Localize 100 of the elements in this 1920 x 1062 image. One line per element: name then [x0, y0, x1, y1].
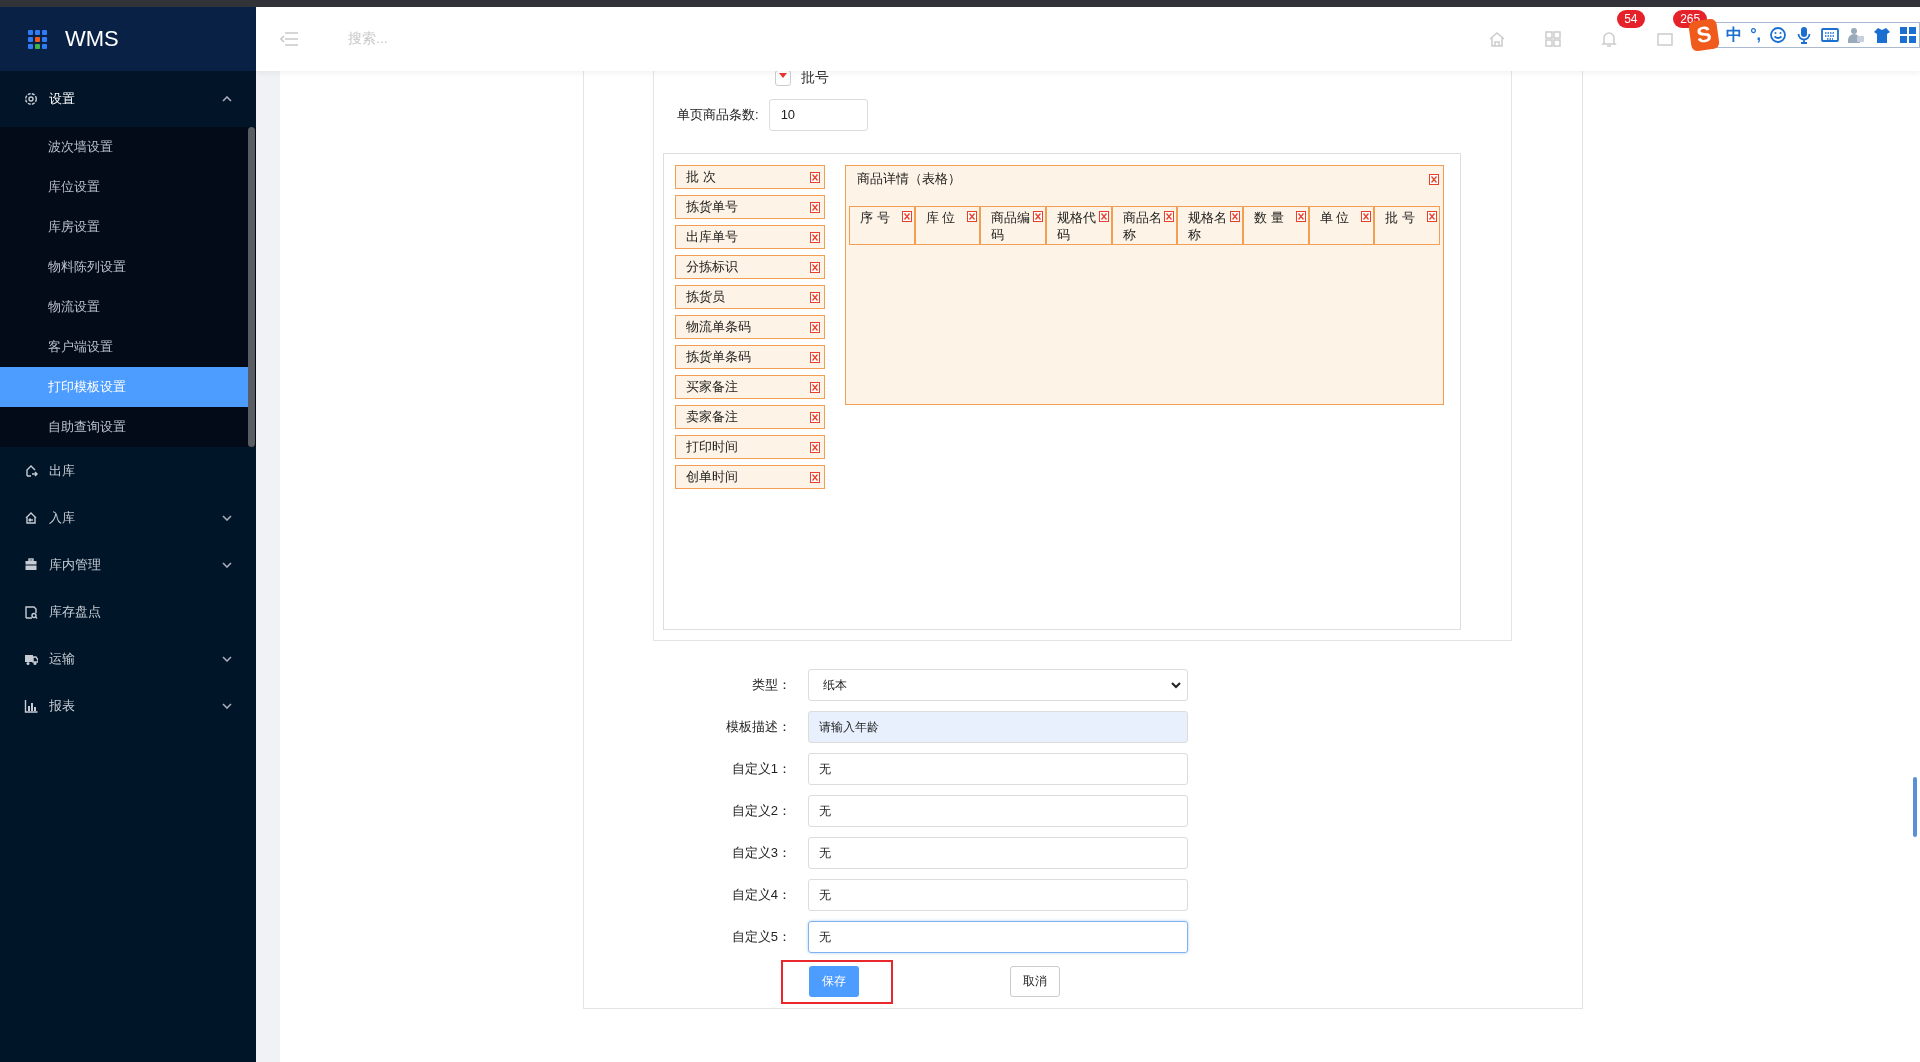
- column-header[interactable]: 序 号: [849, 206, 915, 245]
- column-header[interactable]: 规格代码: [1046, 206, 1112, 245]
- submenu-item[interactable]: 波次墙设置: [0, 127, 248, 167]
- collapse-menu-icon: [280, 32, 298, 46]
- bar-chart-icon: [24, 698, 38, 713]
- menu-item[interactable]: 出库: [0, 447, 256, 494]
- dropdown[interactable]: 纸本: [808, 669, 1188, 701]
- remove-icon: [810, 261, 820, 273]
- column-name: 商品编码: [991, 209, 1031, 243]
- remove-icon: [967, 211, 978, 222]
- submenu-item[interactable]: 自助查询设置: [0, 407, 248, 447]
- print-field[interactable]: 拣货单号: [675, 195, 825, 219]
- brand-name: WMS: [65, 26, 119, 52]
- column-name: 商品名称: [1122, 209, 1163, 243]
- print-field[interactable]: 买家备注: [675, 375, 825, 399]
- column-name: 批 号: [1385, 209, 1416, 226]
- remove-icon: [810, 351, 820, 363]
- remove-icon: [810, 201, 820, 213]
- print-field[interactable]: 分拣标识: [675, 255, 825, 279]
- menu-item[interactable]: 报表: [0, 682, 256, 729]
- input-field[interactable]: 10: [768, 99, 868, 131]
- input-field[interactable]: 无: [808, 921, 1188, 953]
- print-field[interactable]: 打印时间: [675, 435, 825, 459]
- field-name: 买家备注: [686, 378, 738, 396]
- smiley-icon[interactable]: [1769, 26, 1787, 44]
- print-field[interactable]: 拣货单条码: [675, 345, 825, 369]
- envelope-icon: [1656, 30, 1675, 48]
- chevron-down-icon: [222, 514, 232, 521]
- keyboard-icon[interactable]: [1821, 26, 1839, 44]
- app-grid-logo-icon: [28, 29, 47, 49]
- column-name: 库 位: [925, 209, 957, 226]
- toolbox-icon: [24, 557, 38, 572]
- input-field[interactable]: 请输入年龄: [808, 711, 1188, 743]
- menu-item[interactable]: 库存盘点: [0, 588, 256, 635]
- column-header[interactable]: 商品编码: [980, 206, 1046, 245]
- shirt-icon[interactable]: [1873, 26, 1891, 44]
- column-header[interactable]: 库 位: [914, 206, 981, 245]
- submenu-item[interactable]: 库房设置: [0, 207, 248, 247]
- tiles-icon[interactable]: [1899, 26, 1917, 44]
- menu-item[interactable]: 入库: [0, 494, 256, 541]
- house-arrow-icon: [24, 510, 38, 525]
- field-label: 模板描述：: [725, 718, 792, 736]
- column-name: 单 位: [1319, 209, 1351, 226]
- remove-icon: [810, 471, 820, 483]
- print-field[interactable]: 拣货员: [675, 285, 825, 309]
- column-header[interactable]: 批 号: [1374, 206, 1441, 245]
- apps-grid-icon: [1544, 30, 1563, 48]
- column-name: 规格名称: [1188, 209, 1229, 243]
- menu-item[interactable]: 库内管理: [0, 541, 256, 588]
- field-name: 打印时间: [686, 438, 738, 456]
- print-field[interactable]: 出库单号: [675, 225, 825, 249]
- submenu-item[interactable]: 库位设置: [0, 167, 248, 207]
- input-mode-toggle[interactable]: 中: [1726, 24, 1743, 46]
- field-name: 卖家备注: [686, 408, 738, 426]
- field-label: 自定义4：: [730, 886, 792, 904]
- remove-icon: [810, 321, 820, 333]
- scrollbar[interactable]: [248, 127, 255, 447]
- field-label: 自定义1：: [730, 760, 792, 778]
- column-header[interactable]: 商品名称: [1111, 206, 1178, 245]
- notification-badge: 54: [1617, 10, 1645, 28]
- chevron-down-icon: [222, 561, 232, 568]
- print-field[interactable]: 卖家备注: [675, 405, 825, 429]
- menu-item[interactable]: 运输: [0, 635, 256, 682]
- field-name: 物流单条码: [686, 318, 751, 336]
- bell-icon: [1600, 30, 1619, 48]
- remove-icon: [1361, 211, 1372, 222]
- submenu-item[interactable]: 客户端设置: [0, 327, 248, 367]
- print-field[interactable]: 批 次: [675, 165, 825, 189]
- remove-icon: [1033, 211, 1043, 222]
- cancel-button[interactable]: 取消: [1010, 966, 1060, 997]
- column-header[interactable]: 数 量: [1243, 206, 1309, 245]
- column-header[interactable]: 规格名称: [1177, 206, 1244, 245]
- submenu-item[interactable]: 物料陈列设置: [0, 247, 248, 287]
- input-field[interactable]: 无: [808, 795, 1188, 827]
- remove-icon: [1164, 211, 1175, 222]
- print-field[interactable]: 物流单条码: [675, 315, 825, 339]
- remove-icon: [810, 381, 820, 393]
- microphone-icon[interactable]: [1795, 26, 1813, 44]
- column-header[interactable]: 单 位: [1308, 206, 1375, 245]
- house-arrow-icon: [24, 463, 38, 478]
- remove-icon: [810, 441, 820, 453]
- table-block[interactable]: 商品详情（表格） 序 号 库 位 商品编码 规格代码 商品名称 规格名称 数 量 单 位 批 号: [845, 165, 1444, 405]
- field-label: 自定义5：: [730, 928, 792, 946]
- input-field[interactable]: 无: [808, 837, 1188, 869]
- field-name: 批 次: [686, 168, 716, 186]
- input-mode-toggle[interactable]: °,: [1750, 26, 1761, 44]
- remove-icon: [1098, 211, 1109, 222]
- home-icon: [1488, 30, 1507, 48]
- submenu-item[interactable]: 物流设置: [0, 287, 248, 327]
- column-name: 数 量: [1254, 209, 1285, 226]
- chevron-down-icon: [222, 655, 232, 662]
- gear-icon: [24, 92, 38, 106]
- field-label: 单页商品条数:: [677, 106, 759, 124]
- chevron-down-icon: [1171, 681, 1181, 689]
- input-field[interactable]: 无: [808, 753, 1188, 785]
- remove-icon: [1295, 211, 1306, 222]
- input-field[interactable]: 无: [808, 879, 1188, 911]
- print-field[interactable]: 创单时间: [675, 465, 825, 489]
- field-name: 拣货员: [686, 288, 725, 306]
- field-label: 自定义2：: [730, 802, 792, 820]
